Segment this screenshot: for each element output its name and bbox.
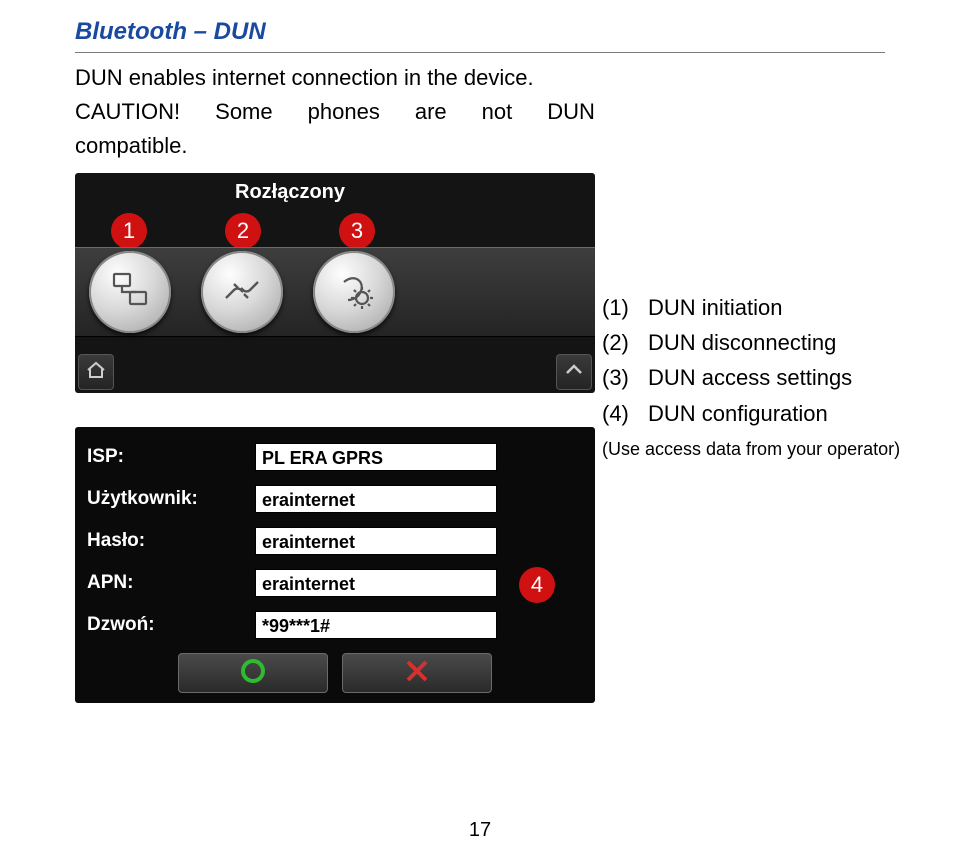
x-icon [402,656,432,691]
field-value-password[interactable]: erainternet [255,527,497,555]
caution-w2: are [415,95,447,129]
home-icon [85,359,107,386]
screenshot-dun-toolbar: Rozłączony 1 2 3 [75,173,595,393]
config-buttons [87,653,583,693]
caution-w0: Some [215,95,272,129]
legend-row: (3) DUN access settings [602,360,900,395]
field-label-password: Hasło: [87,530,255,552]
field-value-dial[interactable]: *99***1# [255,611,497,639]
caution-line: CAUTION! Some phones are not DUN [75,95,595,129]
badge-1: 1 [111,213,147,249]
config-row: ISP: PL ERA GPRS [87,443,583,471]
config-row: Hasło: erainternet [87,527,583,555]
field-label-isp: ISP: [87,446,255,468]
badge-3: 3 [339,213,375,249]
dun-settings-button[interactable] [313,251,395,333]
ok-button[interactable] [178,653,328,693]
caution-w1: phones [308,95,380,129]
caution-tail: compatible. [75,129,885,163]
browser-gear-icon [332,268,376,317]
badge-2: 2 [225,213,261,249]
field-label-user: Użytkownik: [87,488,255,510]
screenshot-dun-config: ISP: PL ERA GPRS Użytkownik: erainternet… [75,427,595,703]
legend-text: DUN configuration [648,396,828,431]
config-row: APN: erainternet [87,569,583,597]
field-value-isp[interactable]: PL ERA GPRS [255,443,497,471]
caution-label: CAUTION! [75,95,180,129]
legend-row: (1) DUN initiation [602,290,900,325]
circle-icon [238,656,268,691]
chevron-up-icon [563,359,585,386]
cancel-button[interactable] [342,653,492,693]
field-value-apn[interactable]: erainternet [255,569,497,597]
legend-row: (4) DUN configuration [602,396,900,431]
dun-disconnect-button[interactable] [201,251,283,333]
intro-text: DUN enables internet connection in the d… [75,61,595,95]
legend-text: DUN disconnecting [648,325,836,360]
bt-status-text: Rozłączony [235,181,345,204]
dun-initiation-button[interactable] [89,251,171,333]
home-button[interactable] [78,354,114,390]
legend-num: (4) [602,396,648,431]
scroll-up-button[interactable] [556,354,592,390]
field-label-dial: Dzwoń: [87,614,255,636]
field-label-apn: APN: [87,572,255,594]
page-heading: Bluetooth – DUN [75,18,885,52]
divider [75,52,885,53]
caution-w4: DUN [547,95,595,129]
legend-num: (3) [602,360,648,395]
legend-row: (2) DUN disconnecting [602,325,900,360]
legend-text: DUN access settings [648,360,852,395]
config-row: Użytkownik: erainternet [87,485,583,513]
legend-note: (Use access data from your operator) [602,435,900,464]
badge-4: 4 [519,567,555,603]
legend-list: (1) DUN initiation (2) DUN disconnecting… [602,290,900,464]
config-row: Dzwoń: *99***1# [87,611,583,639]
page-number: 17 [0,819,960,842]
field-value-user[interactable]: erainternet [255,485,497,513]
legend-num: (2) [602,325,648,360]
legend-num: (1) [602,290,648,325]
network-icon [108,268,152,317]
unplug-icon [220,268,264,317]
caution-w3: not [482,95,513,129]
legend-text: DUN initiation [648,290,783,325]
